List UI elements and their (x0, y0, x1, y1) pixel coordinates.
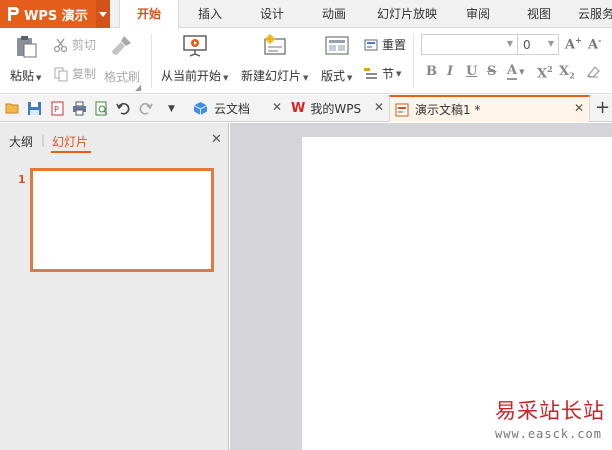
play-from-current-label: 从当前开始 (161, 69, 222, 83)
app-title: WPS 演示 (24, 8, 88, 24)
tab-slideshow[interactable]: 幻灯片放映 (369, 0, 445, 28)
copy-button[interactable]: 复制 (53, 65, 96, 82)
paste-label: 粘贴 (10, 69, 35, 83)
tab-slides[interactable]: 幻灯片 (52, 133, 88, 150)
cloud-cube-icon (193, 101, 208, 116)
chevron-down-icon[interactable]: ▼ (548, 39, 554, 48)
bold-icon[interactable]: B (426, 64, 437, 79)
font-size-select[interactable]: 0 ▼ (517, 34, 559, 55)
toolbar-dropdown-icon[interactable]: ▼ (168, 104, 183, 119)
pane-tab-divider: | (41, 133, 46, 147)
layout-icon (324, 34, 350, 61)
paintbrush-icon (110, 33, 134, 60)
undo-icon[interactable] (116, 101, 131, 116)
ribbon: 粘贴 ▼ 剪切 复制 格式刷 ◢ 从当前开始 ▼ 新建幻灯片 ▼ 版式 ▼ 重置… (0, 28, 612, 94)
scissors-icon (53, 37, 69, 53)
font-size-value: 0 (523, 38, 531, 52)
wps-app-menu-button[interactable]: WPS 演示 (0, 0, 110, 28)
projector-icon (181, 34, 209, 61)
strikethrough-icon[interactable]: S (487, 64, 496, 79)
clipboard-icon (14, 34, 38, 61)
font-name-select[interactable]: ▼ (421, 34, 518, 55)
paste-button[interactable]: 粘贴 ▼ (10, 34, 41, 84)
active-tab-underline (51, 151, 91, 153)
wps-logo-icon (6, 6, 20, 22)
watermark-text: 易采站长站 (495, 399, 605, 423)
new-slide-button[interactable]: 新建幻灯片 ▼ (241, 34, 308, 84)
tab-home[interactable]: 开始 (119, 0, 179, 29)
cut-button[interactable]: 剪切 (53, 36, 96, 53)
format-painter-button[interactable]: 格式刷 (104, 33, 140, 85)
slide-number: 1 (18, 173, 26, 186)
tab-cloud-service[interactable]: 云服务 (578, 0, 612, 28)
reset-icon (363, 37, 379, 53)
section-button[interactable]: 节 ▼ (363, 65, 401, 82)
increase-font-icon[interactable]: A+ (565, 35, 582, 52)
layout-label: 版式 (321, 69, 346, 83)
close-icon[interactable]: ✕ (211, 132, 222, 147)
slides-pane: 大纲 | 幻灯片 ✕ 1 (0, 123, 229, 450)
ribbon-separator (413, 34, 414, 88)
tab-design[interactable]: 设计 (248, 0, 296, 28)
italic-icon[interactable]: I (447, 64, 453, 79)
tab-insert[interactable]: 插入 (186, 0, 234, 28)
export-pdf-icon[interactable]: P (50, 101, 65, 116)
copy-label: 复制 (72, 67, 97, 81)
section-label: 节 (382, 67, 395, 81)
new-slide-icon (261, 34, 289, 61)
play-from-current-button[interactable]: 从当前开始 ▼ (161, 34, 228, 84)
open-folder-icon[interactable] (5, 101, 20, 116)
close-icon[interactable]: ✕ (374, 100, 384, 114)
underline-icon[interactable]: U (466, 64, 477, 79)
tab-review[interactable]: 审阅 (457, 0, 499, 28)
new-slide-label: 新建幻灯片 (241, 69, 302, 83)
font-color-icon[interactable]: A ▼ (507, 63, 524, 80)
menu-bar: WPS 演示 开始 插入 设计 动画 幻灯片放映 审阅 视图 云服务 (0, 0, 612, 29)
redo-icon[interactable] (138, 101, 153, 116)
presentation-icon (395, 103, 409, 117)
close-icon[interactable]: ✕ (272, 100, 282, 114)
tab-animation[interactable]: 动画 (310, 0, 358, 28)
section-icon (363, 66, 379, 82)
slide-thumbnail[interactable] (30, 168, 214, 272)
clear-format-icon[interactable] (585, 64, 601, 84)
wps-w-icon: W (291, 101, 306, 116)
ribbon-separator (151, 34, 152, 88)
print-preview-icon[interactable] (94, 101, 109, 116)
quick-access-toolbar: P ▼ 云文档 ✕ W 我的WPS ✕ 演示文稿1 * ✕ + (0, 95, 612, 122)
tab-view[interactable]: 视图 (518, 0, 560, 28)
decrease-font-icon[interactable]: A- (588, 35, 601, 52)
doc-tab-label: 演示文稿1 * (415, 103, 481, 117)
superscript-icon[interactable]: X2 (537, 64, 553, 81)
reset-label: 重置 (382, 38, 407, 52)
save-icon[interactable] (27, 101, 42, 116)
doc-tab-label: 我的WPS (310, 102, 362, 116)
cut-label: 剪切 (72, 38, 97, 52)
subscript-icon[interactable]: X2 (559, 64, 575, 81)
close-icon[interactable]: ✕ (574, 101, 584, 115)
doc-tab-presentation[interactable]: 演示文稿1 * ✕ (389, 95, 590, 122)
tab-outline[interactable]: 大纲 (9, 133, 33, 150)
watermark-url: www.easck.com (495, 427, 602, 441)
copy-icon (53, 66, 69, 82)
layout-button[interactable]: 版式 ▼ (321, 34, 352, 84)
svg-text:P: P (54, 105, 59, 114)
dialog-launcher-icon[interactable]: ◢ (135, 83, 141, 92)
print-icon[interactable] (72, 101, 87, 116)
chevron-down-icon[interactable]: ▼ (507, 39, 513, 48)
reset-button[interactable]: 重置 (363, 36, 406, 53)
chevron-down-icon[interactable] (96, 0, 110, 28)
plus-icon[interactable]: + (595, 97, 610, 118)
doc-tab-label: 云文档 (214, 102, 251, 116)
doc-tab-my-wps[interactable]: W 我的WPS ✕ (288, 95, 388, 122)
